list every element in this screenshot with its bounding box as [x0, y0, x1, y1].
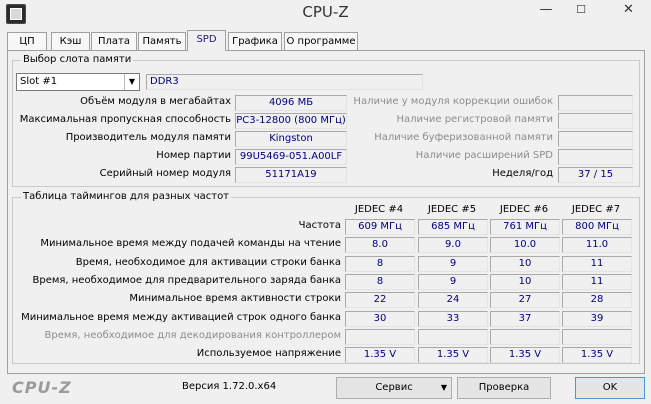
- timing-row-label: Минимальное время между подачей команды …: [40, 238, 341, 250]
- part-number-label: Номер партии: [156, 150, 231, 161]
- timing-cell: 10: [490, 255, 560, 272]
- timing-cell: 1.35 V: [345, 347, 415, 364]
- spd-panel: Выбор слота памяти Slot #1 ▼ DDR3 Объём …: [7, 50, 645, 374]
- buffered-label: Наличие буферизованной памяти: [374, 132, 553, 143]
- timing-column-header: JEDEC #4: [354, 204, 404, 215]
- tab-spd[interactable]: SPD: [187, 30, 226, 51]
- timing-cell: 1.35 V: [418, 347, 488, 364]
- minimize-icon[interactable]: —: [532, 0, 560, 22]
- maximize-icon[interactable]: ☐: [567, 0, 595, 22]
- size-value: 4096 МБ: [235, 95, 347, 111]
- timing-cell: [490, 328, 560, 345]
- memory-type-field: DDR3: [146, 74, 423, 90]
- timing-cell: 800 МГц: [562, 219, 632, 235]
- validate-button[interactable]: Проверка: [457, 377, 551, 399]
- serial-value: 51171A19: [235, 167, 347, 183]
- chevron-down-icon: ▼: [440, 383, 447, 392]
- timing-cell: 685 МГц: [418, 219, 488, 235]
- tab-memory[interactable]: Память: [138, 32, 186, 50]
- spd-ext-value: [558, 149, 633, 165]
- timing-cell: 1.35 V: [490, 347, 560, 364]
- timing-row-label: Минимальное время активности строки: [129, 293, 341, 305]
- timing-cell: 9.0: [418, 237, 488, 254]
- manufacturer-value: Kingston: [235, 131, 347, 147]
- timing-cell: 9: [418, 255, 488, 272]
- spd-ext-label: Наличие расширений SPD: [415, 150, 553, 161]
- slot-group: Выбор слота памяти Slot #1 ▼ DDR3 Объём …: [12, 54, 640, 187]
- cpuz-window: CPU-Z — ☐ ✕ ЦП Кэш Плата Память SPD Граф…: [0, 0, 651, 404]
- service-button-label: Сервис: [375, 382, 413, 393]
- ecc-value: [558, 95, 633, 111]
- timing-cell: 27: [490, 292, 560, 309]
- timings-group: Таблица таймингов для разных частот JEDE…: [12, 191, 640, 364]
- timing-cell: 11: [562, 273, 632, 290]
- timing-cell: 8.0: [345, 237, 415, 254]
- timings-group-title: Таблица таймингов для разных частот: [21, 191, 232, 202]
- timing-cell: [562, 328, 632, 345]
- timing-cell: 11: [562, 255, 632, 272]
- slot-select-value: Slot #1: [20, 76, 58, 87]
- buffered-value: [558, 131, 633, 147]
- slot-group-title: Выбор слота памяти: [21, 54, 134, 65]
- timing-cell: 9: [418, 273, 488, 290]
- timing-row-label: Частота: [298, 220, 341, 231]
- size-label: Объём модуля в мегабайтах: [80, 96, 231, 107]
- tab-cache[interactable]: Кэш: [51, 32, 90, 50]
- ok-button[interactable]: OK: [575, 377, 645, 399]
- timing-cell: [418, 328, 488, 345]
- timing-cell: 10.0: [490, 237, 560, 254]
- version-label: Версия 1.72.0.x64: [182, 381, 277, 392]
- timing-cell: 33: [418, 310, 488, 327]
- chevron-down-icon[interactable]: ▼: [124, 74, 139, 90]
- timing-cell: 11.0: [562, 237, 632, 254]
- service-button[interactable]: Сервис ▼: [336, 377, 452, 399]
- timing-row-label: Время, необходимое для активации строки …: [75, 256, 341, 268]
- bandwidth-value: PC3-12800 (800 МГц): [235, 113, 347, 129]
- timing-cell: 37: [490, 310, 560, 327]
- timing-column-header: JEDEC #7: [571, 204, 621, 215]
- tab-cpu[interactable]: ЦП: [7, 32, 47, 50]
- timing-row-label: Используемое напряжение: [196, 348, 341, 360]
- close-icon[interactable]: ✕: [606, 0, 651, 22]
- ecc-label: Наличие у модуля коррекции ошибок: [353, 96, 553, 107]
- registered-label: Наличие регистровой памяти: [396, 114, 553, 125]
- week-year-label: Неделя/год: [492, 168, 553, 179]
- slot-select[interactable]: Slot #1 ▼: [16, 73, 140, 91]
- timing-cell: 39: [562, 310, 632, 327]
- week-year-value: 37 / 15: [558, 167, 633, 183]
- serial-label: Серийный номер модуля: [99, 168, 231, 179]
- timing-cell: 609 МГц: [345, 219, 415, 235]
- timing-row-label: Минимальное время между активацией строк…: [21, 311, 341, 323]
- cpuz-logo: CPU-Z: [12, 378, 72, 397]
- timing-cell: 22: [345, 292, 415, 309]
- timing-row-label: Время, необходимое для предварительного …: [32, 274, 341, 286]
- tab-graphics[interactable]: Графика: [228, 32, 282, 50]
- tab-about[interactable]: О программе: [284, 32, 358, 50]
- timing-cell: 10: [490, 273, 560, 290]
- timing-cell: 8: [345, 273, 415, 290]
- timing-cell: [345, 328, 415, 345]
- bandwidth-label: Максимальная пропускная способность: [19, 114, 231, 125]
- tab-mainboard[interactable]: Плата: [91, 32, 137, 50]
- timing-column-header: JEDEC #6: [499, 204, 549, 215]
- title-bar[interactable]: CPU-Z — ☐ ✕: [0, 0, 651, 28]
- registered-value: [558, 113, 633, 129]
- part-number-value: 99U5469-051.A00LF: [235, 149, 347, 165]
- timing-cell: 28: [562, 292, 632, 309]
- timing-cell: 8: [345, 255, 415, 272]
- timing-row-label: Время, необходимое для декодирования кон…: [44, 329, 341, 341]
- timing-column-header: JEDEC #5: [427, 204, 477, 215]
- timing-cell: 30: [345, 310, 415, 327]
- manufacturer-label: Производитель модуля памяти: [65, 132, 231, 143]
- timing-cell: 24: [418, 292, 488, 309]
- timing-cell: 1.35 V: [562, 347, 632, 364]
- timing-cell: 761 МГц: [490, 219, 560, 235]
